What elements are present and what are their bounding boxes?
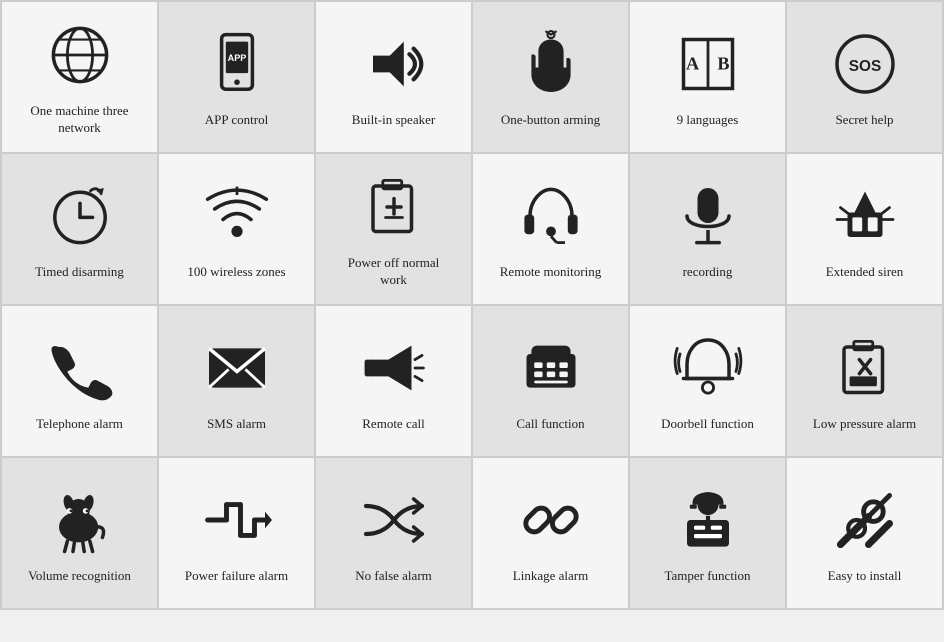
- no-false-label: No false alarm: [355, 568, 432, 585]
- feature-grid: One machine three network APP APP contro…: [0, 0, 944, 610]
- cell-no-false: No false alarm: [316, 458, 471, 608]
- sms-label: SMS alarm: [207, 416, 266, 433]
- remote-call-label: Remote call: [362, 416, 424, 433]
- cell-doorbell: Doorbell function: [630, 306, 785, 456]
- low-pressure-label: Low pressure alarm: [813, 416, 916, 433]
- speaker-icon: [354, 24, 434, 104]
- call-function-label: Call function: [516, 416, 584, 433]
- power-failure-label: Power failure alarm: [185, 568, 288, 585]
- speaker-label: Built-in speaker: [352, 112, 435, 129]
- headset-icon: [511, 176, 591, 256]
- cell-telephone: Telephone alarm: [2, 306, 157, 456]
- shuffle-icon: [354, 480, 434, 560]
- volume-label: Volume recognition: [28, 568, 131, 585]
- svg-text:B: B: [717, 53, 729, 73]
- battery-power-icon: [354, 167, 434, 247]
- sms-icon: [197, 328, 277, 408]
- cell-languages: A B 9 languages: [630, 2, 785, 152]
- worker-icon: [668, 480, 748, 560]
- app-control-label: APP control: [205, 112, 268, 129]
- cell-remote-call: Remote call: [316, 306, 471, 456]
- cell-power-failure: Power failure alarm: [159, 458, 314, 608]
- wireless-icon: [197, 176, 277, 256]
- cell-call-function: Call function: [473, 306, 628, 456]
- telephone-label: Telephone alarm: [36, 416, 123, 433]
- cell-tamper: Tamper function: [630, 458, 785, 608]
- cell-sos: SOS Secret help: [787, 2, 942, 152]
- power-failure-icon: [197, 480, 277, 560]
- easy-install-label: Easy to install: [828, 568, 902, 585]
- cell-linkage: Linkage alarm: [473, 458, 628, 608]
- cell-recording: recording: [630, 154, 785, 304]
- low-battery-icon: [825, 328, 905, 408]
- cell-one-button: One-button arming: [473, 2, 628, 152]
- power-off-label: Power off normal work: [334, 255, 454, 289]
- finger-touch-icon: [511, 24, 591, 104]
- microphone-icon: [668, 176, 748, 256]
- one-machine-label: One machine three network: [20, 103, 140, 137]
- clock-icon: [40, 176, 120, 256]
- doorbell-icon: [668, 328, 748, 408]
- cell-sms: SMS alarm: [159, 306, 314, 456]
- cell-low-pressure: Low pressure alarm: [787, 306, 942, 456]
- dog-icon: [40, 480, 120, 560]
- sos-label: Secret help: [835, 112, 893, 129]
- tamper-label: Tamper function: [664, 568, 750, 585]
- cell-remote-monitoring: Remote monitoring: [473, 154, 628, 304]
- svg-text:A: A: [686, 53, 699, 73]
- cell-extended-siren: Extended siren: [787, 154, 942, 304]
- tools-icon: [825, 480, 905, 560]
- cell-one-machine: One machine three network: [2, 2, 157, 152]
- timed-disarming-label: Timed disarming: [35, 264, 124, 281]
- cell-speaker: Built-in speaker: [316, 2, 471, 152]
- cell-easy-install: Easy to install: [787, 458, 942, 608]
- sos-icon: SOS: [825, 24, 905, 104]
- megaphone-icon: [354, 328, 434, 408]
- siren-icon: [825, 176, 905, 256]
- one-button-label: One-button arming: [501, 112, 600, 129]
- cell-timed-disarming: Timed disarming: [2, 154, 157, 304]
- chain-icon: [511, 480, 591, 560]
- telephone-icon: [40, 328, 120, 408]
- linkage-label: Linkage alarm: [513, 568, 588, 585]
- svg-text:APP: APP: [227, 53, 246, 63]
- cell-power-off: Power off normal work: [316, 154, 471, 304]
- remote-monitoring-label: Remote monitoring: [500, 264, 601, 281]
- desk-phone-icon: [511, 328, 591, 408]
- cell-wireless: 100 wireless zones: [159, 154, 314, 304]
- globe-icon: [40, 15, 120, 95]
- cell-app-control: APP APP control: [159, 2, 314, 152]
- wireless-label: 100 wireless zones: [187, 264, 285, 281]
- languages-label: 9 languages: [677, 112, 739, 129]
- svg-text:SOS: SOS: [848, 58, 881, 75]
- phone-icon: APP: [197, 24, 277, 104]
- doorbell-label: Doorbell function: [661, 416, 754, 433]
- cell-volume: Volume recognition: [2, 458, 157, 608]
- book-ab-icon: A B: [668, 24, 748, 104]
- extended-siren-label: Extended siren: [826, 264, 904, 281]
- recording-label: recording: [683, 264, 733, 281]
